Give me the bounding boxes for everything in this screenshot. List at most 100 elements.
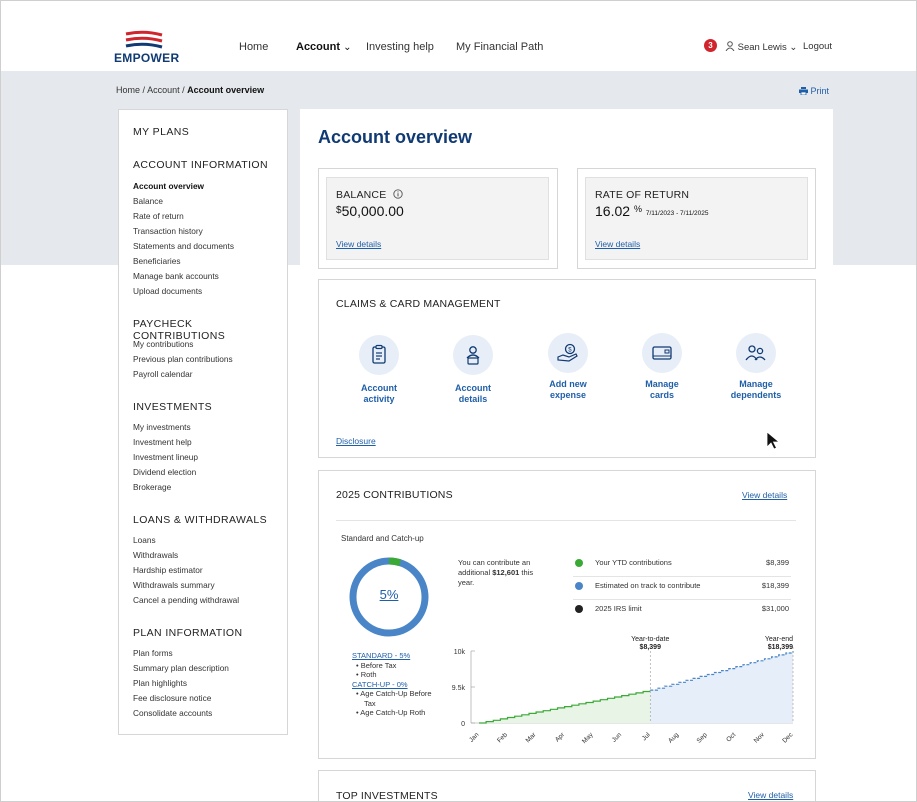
sidebar-list-loans: Loans Withdrawals Hardship estimator Wit… [133,533,239,608]
contributions-subtitle: Standard and Catch-up [341,534,424,543]
sidebar-item-investment-help[interactable]: Investment help [133,435,198,450]
legend-row-estimated: Estimated on track to contribute $18,399 [573,577,791,600]
nav-home[interactable]: Home [239,41,268,53]
info-icon[interactable] [392,189,403,199]
legend-name: 2025 IRS limit [595,604,642,613]
catchup-item-text: Age Catch-Up Before [360,689,432,698]
sidebar-item-hardship-estimator[interactable]: Hardship estimator [133,563,239,578]
rate-of-return-label: RATE OF RETURN [595,189,690,201]
sidebar-heading-investments: INVESTMENTS [133,401,213,413]
sidebar-item-balance[interactable]: Balance [133,194,234,209]
sidebar-item-consolidate[interactable]: Consolidate accounts [133,706,229,721]
standard-item: • Roth [356,670,377,679]
logout-link[interactable]: Logout [803,41,832,52]
sidebar-item-investment-lineup[interactable]: Investment lineup [133,450,198,465]
tile-manage-cards[interactable]: Manage cards [622,333,702,401]
sidebar-list-paycheck: My contributions Previous plan contribut… [133,337,233,382]
empower-logo[interactable]: EMPOWER [114,30,189,65]
x-tick-label: Mar [525,731,538,744]
rate-of-return-unit: % [633,204,642,214]
sidebar-item-dividend-election[interactable]: Dividend election [133,465,198,480]
page-title: Account overview [318,127,473,147]
tile-manage-dependents[interactable]: Manage dependents [716,333,796,401]
sidebar-item-brokerage[interactable]: Brokerage [133,480,198,495]
sidebar-heading-my-plans[interactable]: MY PLANS [133,126,189,138]
tile-add-new-expense[interactable]: $ Add new expense [528,333,608,401]
sidebar-item-upload-documents[interactable]: Upload documents [133,284,234,299]
disclosure-link[interactable]: Disclosure [336,436,376,446]
sidebar-item-account-overview[interactable]: Account overview [133,179,234,194]
sidebar-heading-loans: LOANS & WITHDRAWALS [133,514,268,526]
rate-of-return-view-details-link[interactable]: View details [595,239,640,249]
contributions-title: 2025 CONTRIBUTIONS [336,489,453,501]
breadcrumb-current: Account overview [187,85,265,95]
balance-label-text: BALANCE [336,189,387,201]
sidebar-item-withdrawals[interactable]: Withdrawals [133,548,239,563]
legend-dot-black [575,605,583,613]
nav-financial-path[interactable]: My Financial Path [456,41,543,53]
contributions-view-details-link[interactable]: View details [742,490,787,500]
app-window: EMPOWER Home Account ⌄ Investing help My… [0,0,917,802]
top-investments-view-details-link[interactable]: View details [748,790,793,800]
standard-item-text: Roth [360,670,377,679]
nav-account[interactable]: Account ⌄ [296,41,351,53]
sidebar: MY PLANS ACCOUNT INFORMATION Account ove… [118,109,288,735]
sidebar-item-rate-of-return[interactable]: Rate of return [133,209,234,224]
ytd-value: $8,399 [640,644,662,651]
sidebar-item-withdrawals-summary[interactable]: Withdrawals summary [133,578,239,593]
sidebar-item-my-contributions[interactable]: My contributions [133,337,233,352]
message-part-b: additional [458,568,491,577]
breadcrumb-home[interactable]: Home [116,85,140,95]
breadcrumb: Home / Account / Account overview [116,85,264,95]
x-tick-label: May [581,731,595,745]
x-tick-label: Sep [696,731,709,744]
balance-view-details-link[interactable]: View details [336,239,381,249]
sidebar-heading-plan-information: PLAN INFORMATION [133,627,243,639]
notification-badge[interactable]: 3 [704,39,717,52]
sidebar-item-fee-disclosure[interactable]: Fee disclosure notice [133,691,229,706]
sidebar-item-my-investments[interactable]: My investments [133,420,198,435]
tile-account-details[interactable]: Account details [433,335,513,405]
user-menu[interactable]: Sean Lewis ⌄ [725,41,797,53]
sidebar-item-beneficiaries[interactable]: Beneficiaries [133,254,234,269]
sidebar-item-payroll-calendar[interactable]: Payroll calendar [133,367,233,382]
claims-title: CLAIMS & CARD MANAGEMENT [336,298,501,310]
sidebar-item-bank-accounts[interactable]: Manage bank accounts [133,269,234,284]
standard-item: • Before Tax [356,660,397,670]
chevron-down-icon: ⌄ [789,42,798,53]
sidebar-item-plan-highlights[interactable]: Plan highlights [133,676,229,691]
empower-flag-icon [125,30,163,49]
nav-investing-help[interactable]: Investing help [366,41,434,53]
tile-account-activity[interactable]: Account activity [339,335,419,405]
print-label: Print [810,86,830,96]
printer-icon [799,87,808,96]
catchup-link[interactable]: CATCH-UP - 0% [352,680,452,690]
catchup-item: • Age Catch-Up Before [356,689,432,698]
sidebar-item-loans[interactable]: Loans [133,533,239,548]
legend-dot-blue [575,582,583,590]
user-icon [725,41,735,52]
sidebar-list-investments: My investments Investment help Investmen… [133,420,198,495]
sidebar-item-summary-plan[interactable]: Summary plan description [133,661,229,676]
standard-link[interactable]: STANDARD - 5% [352,651,452,661]
balance-amount: 50,000.00 [341,203,404,219]
legend-value: $31,000 [761,604,789,613]
sidebar-item-previous-contributions[interactable]: Previous plan contributions [133,352,233,367]
message-part-c: this [521,568,534,577]
print-button[interactable]: Print [799,86,829,96]
legend-row-ytd: Your YTD contributions $8,399 [573,554,791,577]
x-tick-label: Jun [611,731,624,744]
clipboard-icon [359,335,399,375]
donut-percent-link[interactable]: 5% [347,587,431,602]
brand-name: EMPOWER [114,51,180,65]
sidebar-item-statements[interactable]: Statements and documents [133,239,234,254]
tile-label-line2: cards [649,390,675,400]
standard-item-text: Before Tax [360,660,397,670]
sidebar-item-cancel-withdrawal[interactable]: Cancel a pending withdrawal [133,593,239,608]
y-tick-label: 0 [461,721,465,728]
breadcrumb-account[interactable]: Account [147,85,180,95]
x-tick-label: Aug [667,731,680,744]
sidebar-heading-account-information: ACCOUNT INFORMATION [133,159,268,171]
sidebar-item-transaction-history[interactable]: Transaction history [133,224,234,239]
sidebar-item-plan-forms[interactable]: Plan forms [133,646,229,661]
